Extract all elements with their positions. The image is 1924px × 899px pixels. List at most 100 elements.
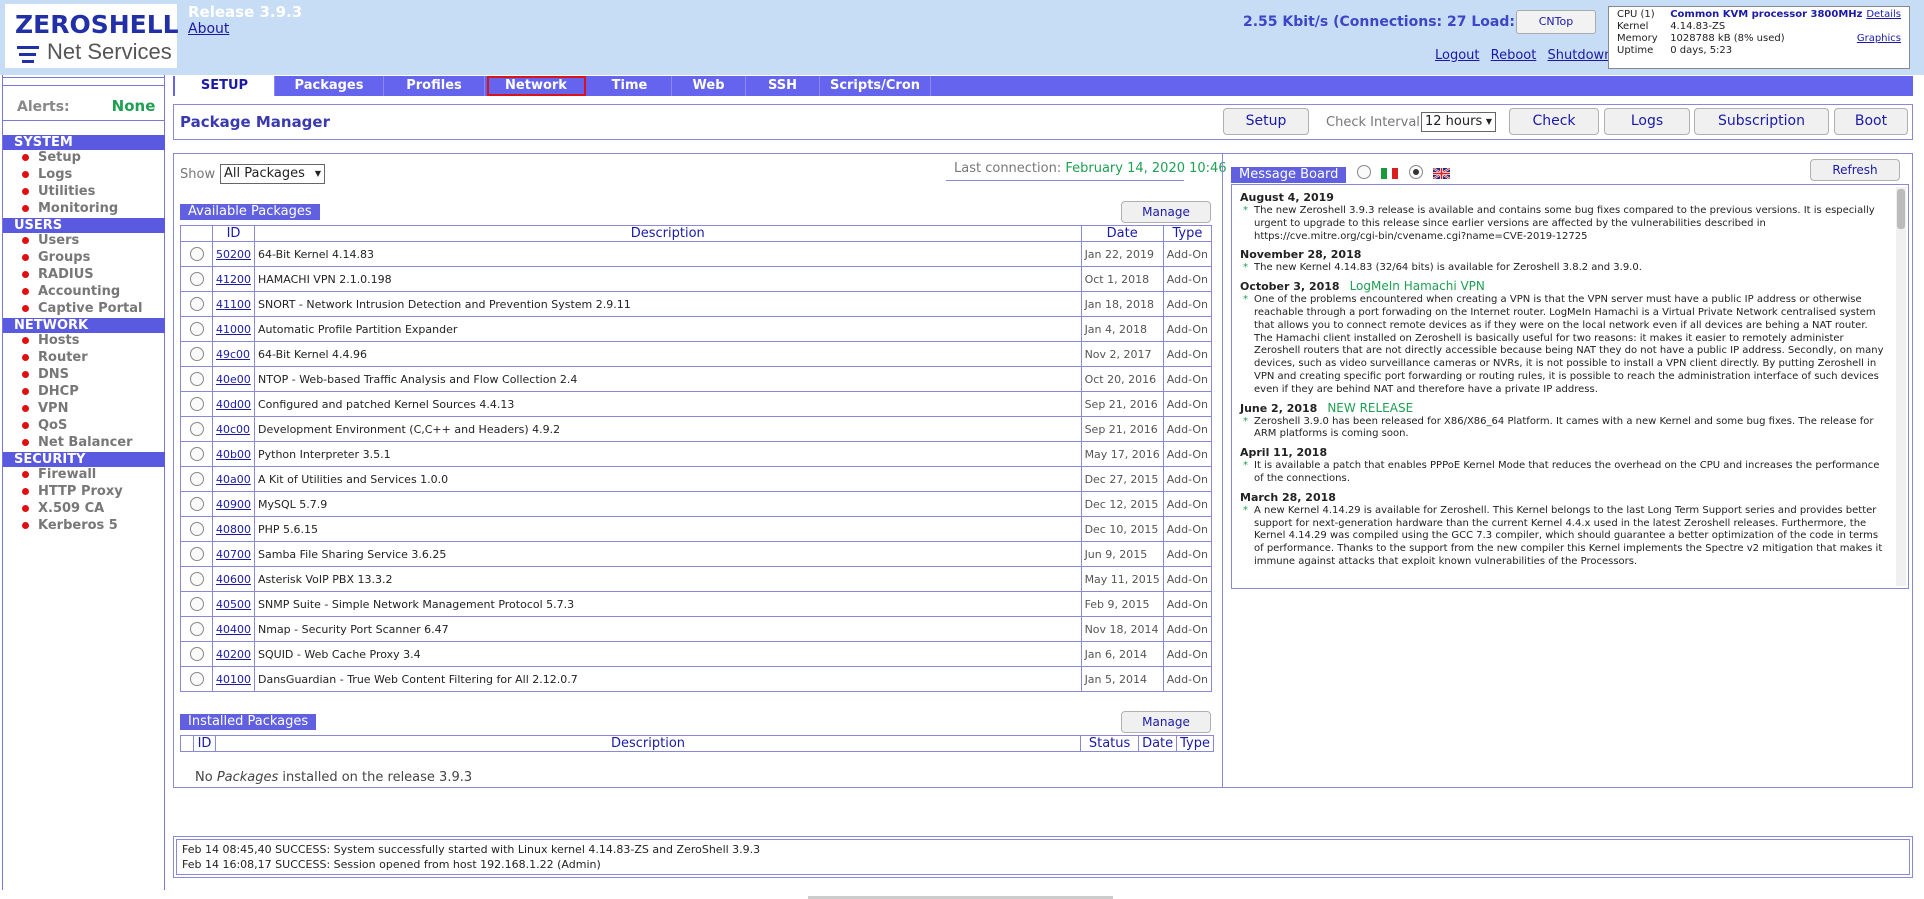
table-row[interactable]: 41100 SNORT - Network Intrusion Detection… xyxy=(180,291,1213,317)
cntop-button[interactable]: CNTop xyxy=(1516,10,1596,34)
package-radio[interactable] xyxy=(189,272,204,286)
tab-profiles[interactable]: Profiles xyxy=(384,76,485,96)
sidebar-item-router[interactable]: Router xyxy=(22,350,88,366)
table-row[interactable]: 41200 HAMACHI VPN 2.1.0.198 Oct 1, 2018 Add… xyxy=(180,266,1213,292)
table-row[interactable]: 50200 64-Bit Kernel 4.14.83 Jan 22, 2019 Ad… xyxy=(180,241,1213,267)
package-radio[interactable] xyxy=(189,647,204,661)
package-id-link[interactable]: 41100 xyxy=(216,298,251,311)
setup-button[interactable]: Setup xyxy=(1223,108,1309,135)
subscription-button[interactable]: Subscription xyxy=(1694,108,1829,135)
package-id-link[interactable]: 41200 xyxy=(216,273,251,286)
package-id-link[interactable]: 40c00 xyxy=(216,423,250,436)
tab-web[interactable]: Web xyxy=(672,76,746,96)
table-row[interactable]: 40100 DansGuardian - True Web Content Fil… xyxy=(180,666,1213,692)
package-id-link[interactable]: 40100 xyxy=(216,673,251,686)
package-radio[interactable] xyxy=(189,422,204,436)
package-radio[interactable] xyxy=(189,597,204,611)
logout-link[interactable]: Logout xyxy=(1435,48,1480,63)
reboot-link[interactable]: Reboot xyxy=(1491,48,1537,63)
check-interval-select[interactable]: 12 hours ▼ xyxy=(1421,112,1496,132)
about-link[interactable]: About xyxy=(188,21,229,37)
table-row[interactable]: 49c00 64-Bit Kernel 4.4.96 Nov 2, 2017 Add-… xyxy=(180,341,1213,367)
sidebar-item-logs[interactable]: Logs xyxy=(22,167,72,183)
tab-packages[interactable]: Packages xyxy=(275,76,384,96)
message-board-scrollbar[interactable] xyxy=(1896,187,1906,586)
tab-setup[interactable]: SETUP xyxy=(175,76,275,96)
package-id-link[interactable]: 41000 xyxy=(216,323,251,336)
boot-button[interactable]: Boot xyxy=(1834,108,1908,135)
table-row[interactable]: 40a00 A Kit of Utilities and Services 1.0… xyxy=(180,466,1213,492)
sidebar-section-users[interactable]: USERS xyxy=(3,218,165,233)
package-id-link[interactable]: 40600 xyxy=(216,573,251,586)
package-id-link[interactable]: 40800 xyxy=(216,523,251,536)
package-radio[interactable] xyxy=(189,472,204,486)
package-radio[interactable] xyxy=(189,622,204,636)
sidebar-item-qos[interactable]: QoS xyxy=(22,418,67,434)
sidebar-item-x509-ca[interactable]: X.509 CA xyxy=(22,501,104,517)
graphics-link[interactable]: Graphics xyxy=(1857,33,1901,45)
shutdown-link[interactable]: Shutdown xyxy=(1548,48,1613,63)
sidebar-item-firewall[interactable]: Firewall xyxy=(22,467,96,483)
package-radio[interactable] xyxy=(189,447,204,461)
sidebar-section-network[interactable]: NETWORK xyxy=(3,318,165,333)
scrollbar-thumb[interactable] xyxy=(1897,189,1905,229)
table-row[interactable]: 40900 MySQL 5.7.9 Dec 12, 2015 Add-On xyxy=(180,491,1213,517)
tab-ssh[interactable]: SSH xyxy=(746,76,820,96)
package-id-link[interactable]: 40a00 xyxy=(216,473,251,486)
package-id-link[interactable]: 40d00 xyxy=(216,398,251,411)
sidebar-item-kerberos[interactable]: Kerberos 5 xyxy=(22,518,118,534)
package-id-link[interactable]: 40e00 xyxy=(216,373,251,386)
sidebar-item-users[interactable]: Users xyxy=(22,233,79,249)
logs-button[interactable]: Logs xyxy=(1604,108,1690,135)
table-row[interactable]: 41000 Automatic Profile Partition Expande… xyxy=(180,316,1213,342)
table-row[interactable]: 40e00 NTOP - Web-based Traffic Analysis a… xyxy=(180,366,1213,392)
sidebar-item-groups[interactable]: Groups xyxy=(22,250,90,266)
package-radio[interactable] xyxy=(189,547,204,561)
sidebar-item-hosts[interactable]: Hosts xyxy=(22,333,80,349)
package-radio[interactable] xyxy=(189,322,204,336)
package-radio[interactable] xyxy=(189,397,204,411)
sidebar-item-utilities[interactable]: Utilities xyxy=(22,184,95,200)
refresh-button[interactable]: Refresh xyxy=(1810,159,1900,181)
sidebar-item-accounting[interactable]: Accounting xyxy=(22,284,120,300)
table-row[interactable]: 40400 Nmap - Security Port Scanner 6.47 No… xyxy=(180,616,1213,642)
package-id-link[interactable]: 40b00 xyxy=(216,448,251,461)
table-row[interactable]: 40800 PHP 5.6.15 Dec 10, 2015 Add-On xyxy=(180,516,1213,542)
table-row[interactable]: 40c00 Development Environment (C,C++ and … xyxy=(180,416,1213,442)
sidebar-item-dns[interactable]: DNS xyxy=(22,367,69,383)
tab-network[interactable]: Network xyxy=(487,76,586,96)
package-id-link[interactable]: 49c00 xyxy=(216,348,250,361)
package-radio[interactable] xyxy=(189,672,204,686)
manage-installed-button[interactable]: Manage xyxy=(1121,711,1211,733)
package-radio[interactable] xyxy=(189,372,204,386)
package-id-link[interactable]: 40400 xyxy=(216,623,251,636)
package-radio[interactable] xyxy=(189,572,204,586)
sidebar-item-setup[interactable]: Setup xyxy=(22,150,81,166)
package-id-link[interactable]: 40700 xyxy=(216,548,251,561)
tab-scripts-cron[interactable]: Scripts/Cron xyxy=(820,76,931,96)
table-row[interactable]: 40d00 Configured and patched Kernel Sourc… xyxy=(180,391,1213,417)
table-row[interactable]: 40600 Asterisk VoIP PBX 13.3.2 May 11, 201… xyxy=(180,566,1213,592)
sidebar-item-radius[interactable]: RADIUS xyxy=(22,267,94,283)
package-id-link[interactable]: 40900 xyxy=(216,498,251,511)
language-english-radio[interactable] xyxy=(1409,165,1423,179)
package-id-link[interactable]: 40200 xyxy=(216,648,251,661)
sidebar-item-monitoring[interactable]: Monitoring xyxy=(22,201,118,217)
sidebar-item-captive-portal[interactable]: Captive Portal xyxy=(22,301,142,317)
package-radio[interactable] xyxy=(189,522,204,536)
package-radio[interactable] xyxy=(189,247,204,261)
show-filter-select[interactable]: All Packages ▼ xyxy=(220,164,325,184)
sidebar-item-vpn[interactable]: VPN xyxy=(22,401,68,417)
package-radio[interactable] xyxy=(189,347,204,361)
sidebar-section-security[interactable]: SECURITY xyxy=(3,452,165,467)
package-radio[interactable] xyxy=(189,297,204,311)
package-radio[interactable] xyxy=(189,497,204,511)
manage-available-button[interactable]: Manage xyxy=(1121,201,1211,223)
check-button[interactable]: Check xyxy=(1509,108,1599,135)
details-link[interactable]: Details xyxy=(1866,9,1901,21)
language-italian-radio[interactable] xyxy=(1357,165,1371,179)
sidebar-item-http-proxy[interactable]: HTTP Proxy xyxy=(22,484,123,500)
table-row[interactable]: 40700 Samba File Sharing Service 3.6.25 Ju… xyxy=(180,541,1213,567)
sidebar-item-net-balancer[interactable]: Net Balancer xyxy=(22,435,133,451)
package-id-link[interactable]: 40500 xyxy=(216,598,251,611)
